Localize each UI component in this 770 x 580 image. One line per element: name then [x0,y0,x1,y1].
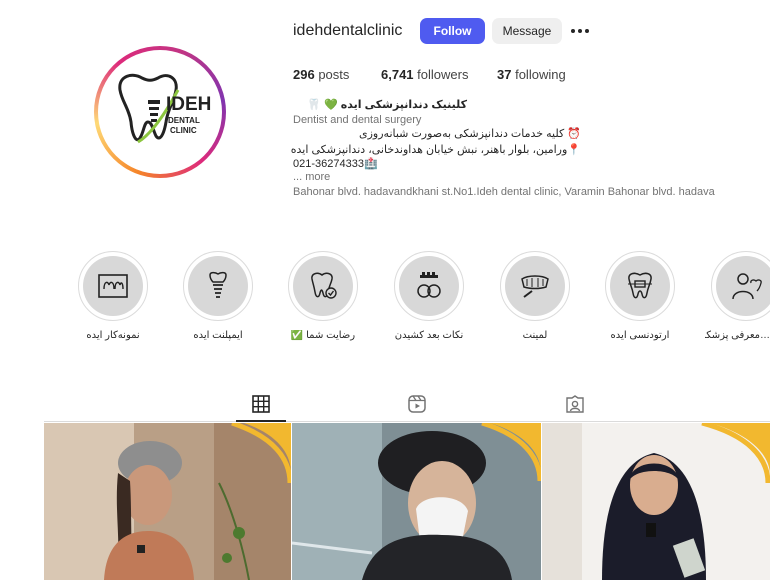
bio-line-2: 📍ورامین، بلوار باهنر، نبش خیابان هداوندخ… [290,144,581,156]
post-image [44,423,291,580]
message-button[interactable]: Message [492,18,562,44]
highlight-item[interactable] [288,251,358,321]
post-thumbnail[interactable] [542,423,770,580]
stat-posts: 296 posts [293,67,349,82]
bio-category: Dentist and dental surgery [293,114,422,126]
followers-count: 6,741 [381,67,414,82]
tagged-icon [566,395,584,413]
stat-following[interactable]: 37 following [497,67,566,82]
logo-text-sub2: CLINIC [170,126,197,135]
highlight-item[interactable] [500,251,570,321]
xray-icon [98,274,128,298]
tab-tagged[interactable] [565,394,585,414]
braces-icon [628,272,652,299]
following-count: 37 [497,67,512,82]
highlight-label: …معرفی پزشکان [705,330,770,341]
more-options-icon[interactable] [571,22,591,40]
toothbrush-icon [417,272,441,298]
implant-icon [209,271,227,298]
tooth-check-icon [311,272,337,299]
profile-username[interactable]: idehdentalclinic [293,22,402,40]
bio-name: کلینیک دندانپزشکی ایده 💚 🦷 [307,99,467,111]
followers-label: followers [417,67,469,82]
bio-address[interactable]: Bahonar blvd. hadavandkhani st.No1.Ideh … [293,186,715,198]
tabs-divider [44,421,770,422]
highlight-item[interactable] [183,251,253,321]
highlight-label: ارتودنسی ایده [610,330,670,341]
highlight-label: لمینت [522,330,548,341]
post-thumbnail[interactable] [44,423,291,580]
highlight-label: نمونه‌کار ایده [86,330,140,341]
veneer-icon [521,275,549,298]
profile-avatar[interactable]: IDEH DENTAL CLINIC [94,46,226,178]
logo-text-sub1: DENTAL [168,116,200,125]
post-thumbnail[interactable] [292,423,541,580]
highlight-label: ایمپلنت ایده [193,330,243,341]
tab-reels[interactable] [407,394,427,414]
post-image [542,423,770,580]
post-image [292,423,541,580]
grid-icon [252,395,270,413]
following-label: following [515,67,566,82]
bio-more-link[interactable]: ... more [293,171,330,183]
dentist-icon [732,273,762,300]
logo-text-main: IDEH [166,94,211,115]
highlight-label: رضایت شما ✅ [290,330,356,341]
bio-phone: 021-36274333🏥 [293,158,378,170]
bio-line-1: ⏰ کلیه خدمات دندانپزشکی به‌صورت شبانه‌رو… [359,128,581,140]
active-tab-indicator [236,420,286,422]
highlight-item[interactable] [711,251,770,321]
reels-icon [408,395,426,413]
highlight-item[interactable] [394,251,464,321]
stat-followers[interactable]: 6,741 followers [381,67,468,82]
posts-count: 296 [293,67,315,82]
highlight-label: نکات بعد کشیدن [394,330,464,341]
follow-button[interactable]: Follow [420,18,485,44]
posts-label: posts [318,67,350,82]
highlight-item[interactable] [78,251,148,321]
ideh-logo-icon: IDEH DENTAL CLINIC [118,73,211,144]
tab-posts[interactable] [251,394,271,414]
highlight-item[interactable] [605,251,675,321]
